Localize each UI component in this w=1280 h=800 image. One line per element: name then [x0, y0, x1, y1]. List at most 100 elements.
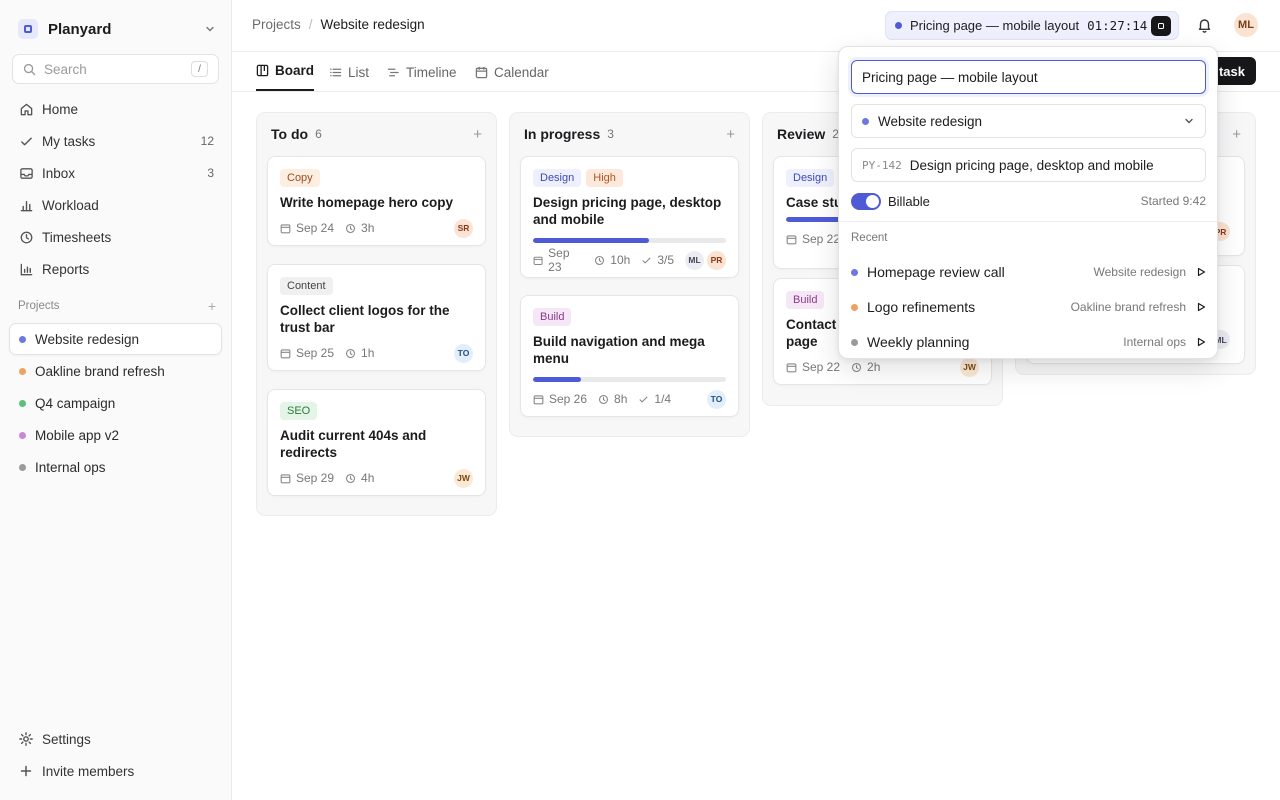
- project-select[interactable]: Website redesign: [851, 104, 1206, 138]
- clock-icon: [595, 255, 605, 265]
- workspace-switcher[interactable]: Planyard: [18, 18, 216, 40]
- play-icon[interactable]: [1196, 267, 1206, 277]
- estimate-text: 4h: [361, 471, 375, 485]
- play-icon[interactable]: [1196, 337, 1206, 347]
- project-item-website-redesign[interactable]: Website redesign: [9, 323, 222, 355]
- home-icon: [18, 101, 34, 117]
- assignees: ML PR: [685, 250, 726, 270]
- tab-timeline[interactable]: Timeline: [387, 52, 457, 92]
- column-count: 3: [607, 127, 614, 141]
- add-project-icon[interactable]: +: [208, 298, 216, 314]
- nav-item-workload[interactable]: Workload: [10, 189, 222, 221]
- card-tags: Content: [280, 277, 473, 295]
- task-card[interactable]: SEO Audit current 404s and redirects Sep…: [267, 389, 486, 496]
- task-card[interactable]: Copy Write homepage hero copy Sep 24 3h …: [267, 156, 486, 246]
- tag: SEO: [280, 402, 318, 420]
- project-color-dot: [19, 399, 26, 407]
- clock-icon: [852, 362, 862, 372]
- add-card-icon[interactable]: +: [726, 126, 735, 143]
- tab-board[interactable]: Board: [256, 52, 315, 91]
- assignee-avatar[interactable]: JW: [454, 468, 473, 488]
- nav-label: Inbox: [42, 165, 76, 181]
- estimate-text: 8h: [614, 392, 628, 406]
- stop-timer-button[interactable]: [1151, 15, 1171, 36]
- recent-entry[interactable]: Homepage review call Website redesign: [851, 262, 1206, 282]
- tab-calendar[interactable]: Calendar: [475, 52, 549, 92]
- column-title: Review: [777, 126, 826, 142]
- due-date-text: Sep 22: [802, 360, 841, 374]
- nav-item-home[interactable]: Home: [10, 93, 222, 125]
- search-input[interactable]: Search /: [12, 54, 219, 84]
- task-title: Design pricing page, desktop and mobile: [909, 157, 1154, 173]
- recent-entry-name: Logo refinements: [867, 299, 976, 315]
- chevron-down-icon: [204, 23, 216, 35]
- timer-label: Pricing page — mobile layout: [910, 18, 1080, 33]
- calendar-icon: [280, 473, 291, 483]
- nav-label: Settings: [42, 731, 91, 747]
- nav-count: 3: [207, 166, 214, 180]
- nav-item-timesheets[interactable]: Timesheets: [10, 221, 222, 253]
- gear-icon: [18, 731, 34, 747]
- due-date-text: Sep 23: [548, 246, 570, 274]
- nav-item-invite-members[interactable]: Invite members: [10, 755, 222, 787]
- clock-icon: [18, 229, 34, 245]
- add-card-icon[interactable]: +: [473, 126, 482, 143]
- assignee-avatar[interactable]: PR: [707, 250, 726, 270]
- due-date: Sep 25: [280, 346, 334, 360]
- timer-description-input[interactable]: Pricing page — mobile layout: [851, 60, 1206, 94]
- running-timer[interactable]: Pricing page — mobile layout 01:27:14: [885, 11, 1179, 40]
- recent-entry[interactable]: Logo refinements Oakline brand refresh: [851, 297, 1206, 317]
- checklist-icon: [642, 257, 651, 263]
- due-date: Sep 22: [786, 360, 840, 374]
- checklist-text: 1/4: [654, 392, 672, 406]
- user-avatar[interactable]: ML: [1234, 13, 1258, 37]
- task-card[interactable]: Build Build navigation and mega menu Sep…: [520, 295, 739, 417]
- due-date-text: Sep 25: [296, 346, 335, 360]
- assignees: TO: [454, 343, 473, 363]
- estimate: 2h: [851, 360, 880, 374]
- bell-icon[interactable]: [1197, 17, 1212, 33]
- play-icon[interactable]: [1196, 302, 1206, 312]
- card-tags: Copy: [280, 169, 473, 187]
- project-item-q4-campaign[interactable]: Q4 campaign: [9, 387, 222, 419]
- board-icon: [256, 64, 269, 77]
- task-card[interactable]: Content Collect client logos for the tru…: [267, 264, 486, 371]
- nav-label: Workload: [42, 197, 99, 213]
- started-time: Started 9:42: [1140, 194, 1206, 208]
- assignee-avatar[interactable]: TO: [707, 389, 726, 409]
- list-icon: [329, 66, 342, 79]
- project-item-internal-ops[interactable]: Internal ops: [9, 451, 222, 483]
- assignee-avatar[interactable]: TO: [454, 343, 473, 363]
- estimate-text: 2h: [867, 360, 881, 374]
- estimate: 3h: [345, 221, 374, 235]
- bar-chart-icon: [18, 261, 34, 277]
- check-icon: [18, 133, 34, 149]
- project-item-mobile-app-v2[interactable]: Mobile app v2: [9, 419, 222, 451]
- tag: Copy: [280, 169, 320, 187]
- workload-icon: [18, 197, 34, 213]
- project-item-oakline-brand-refresh[interactable]: Oakline brand refresh: [9, 355, 222, 387]
- assignee-avatar[interactable]: JW: [960, 357, 979, 377]
- estimate-text: 10h: [610, 253, 631, 267]
- linked-task-field[interactable]: PY-142 Design pricing page, desktop and …: [851, 148, 1206, 182]
- billable-toggle[interactable]: [851, 192, 881, 210]
- nav-item-settings[interactable]: Settings: [10, 723, 222, 755]
- tab-list[interactable]: List: [329, 52, 369, 92]
- calendar-icon: [280, 348, 291, 358]
- due-date: Sep 24: [280, 221, 334, 235]
- nav-item-my-tasks[interactable]: My tasks 12: [10, 125, 222, 157]
- due-date: Sep 26: [533, 392, 587, 406]
- inbox-icon: [18, 165, 34, 181]
- breadcrumb-parent[interactable]: Projects: [252, 17, 301, 32]
- nav-item-inbox[interactable]: Inbox 3: [10, 157, 222, 189]
- task-card[interactable]: Design High Design pricing page, desktop…: [520, 156, 739, 278]
- assignee-avatar[interactable]: SR: [454, 218, 473, 238]
- assignee-avatar[interactable]: ML: [685, 250, 704, 270]
- recent-entry[interactable]: Weekly planning Internal ops: [851, 332, 1206, 352]
- estimate-text: 3h: [361, 221, 375, 235]
- nav-label: Reports: [42, 261, 90, 277]
- nav-label: Invite members: [42, 763, 135, 779]
- timer-status-dot: [895, 22, 902, 29]
- nav-item-reports[interactable]: Reports: [10, 253, 222, 285]
- add-card-icon[interactable]: +: [1232, 126, 1241, 143]
